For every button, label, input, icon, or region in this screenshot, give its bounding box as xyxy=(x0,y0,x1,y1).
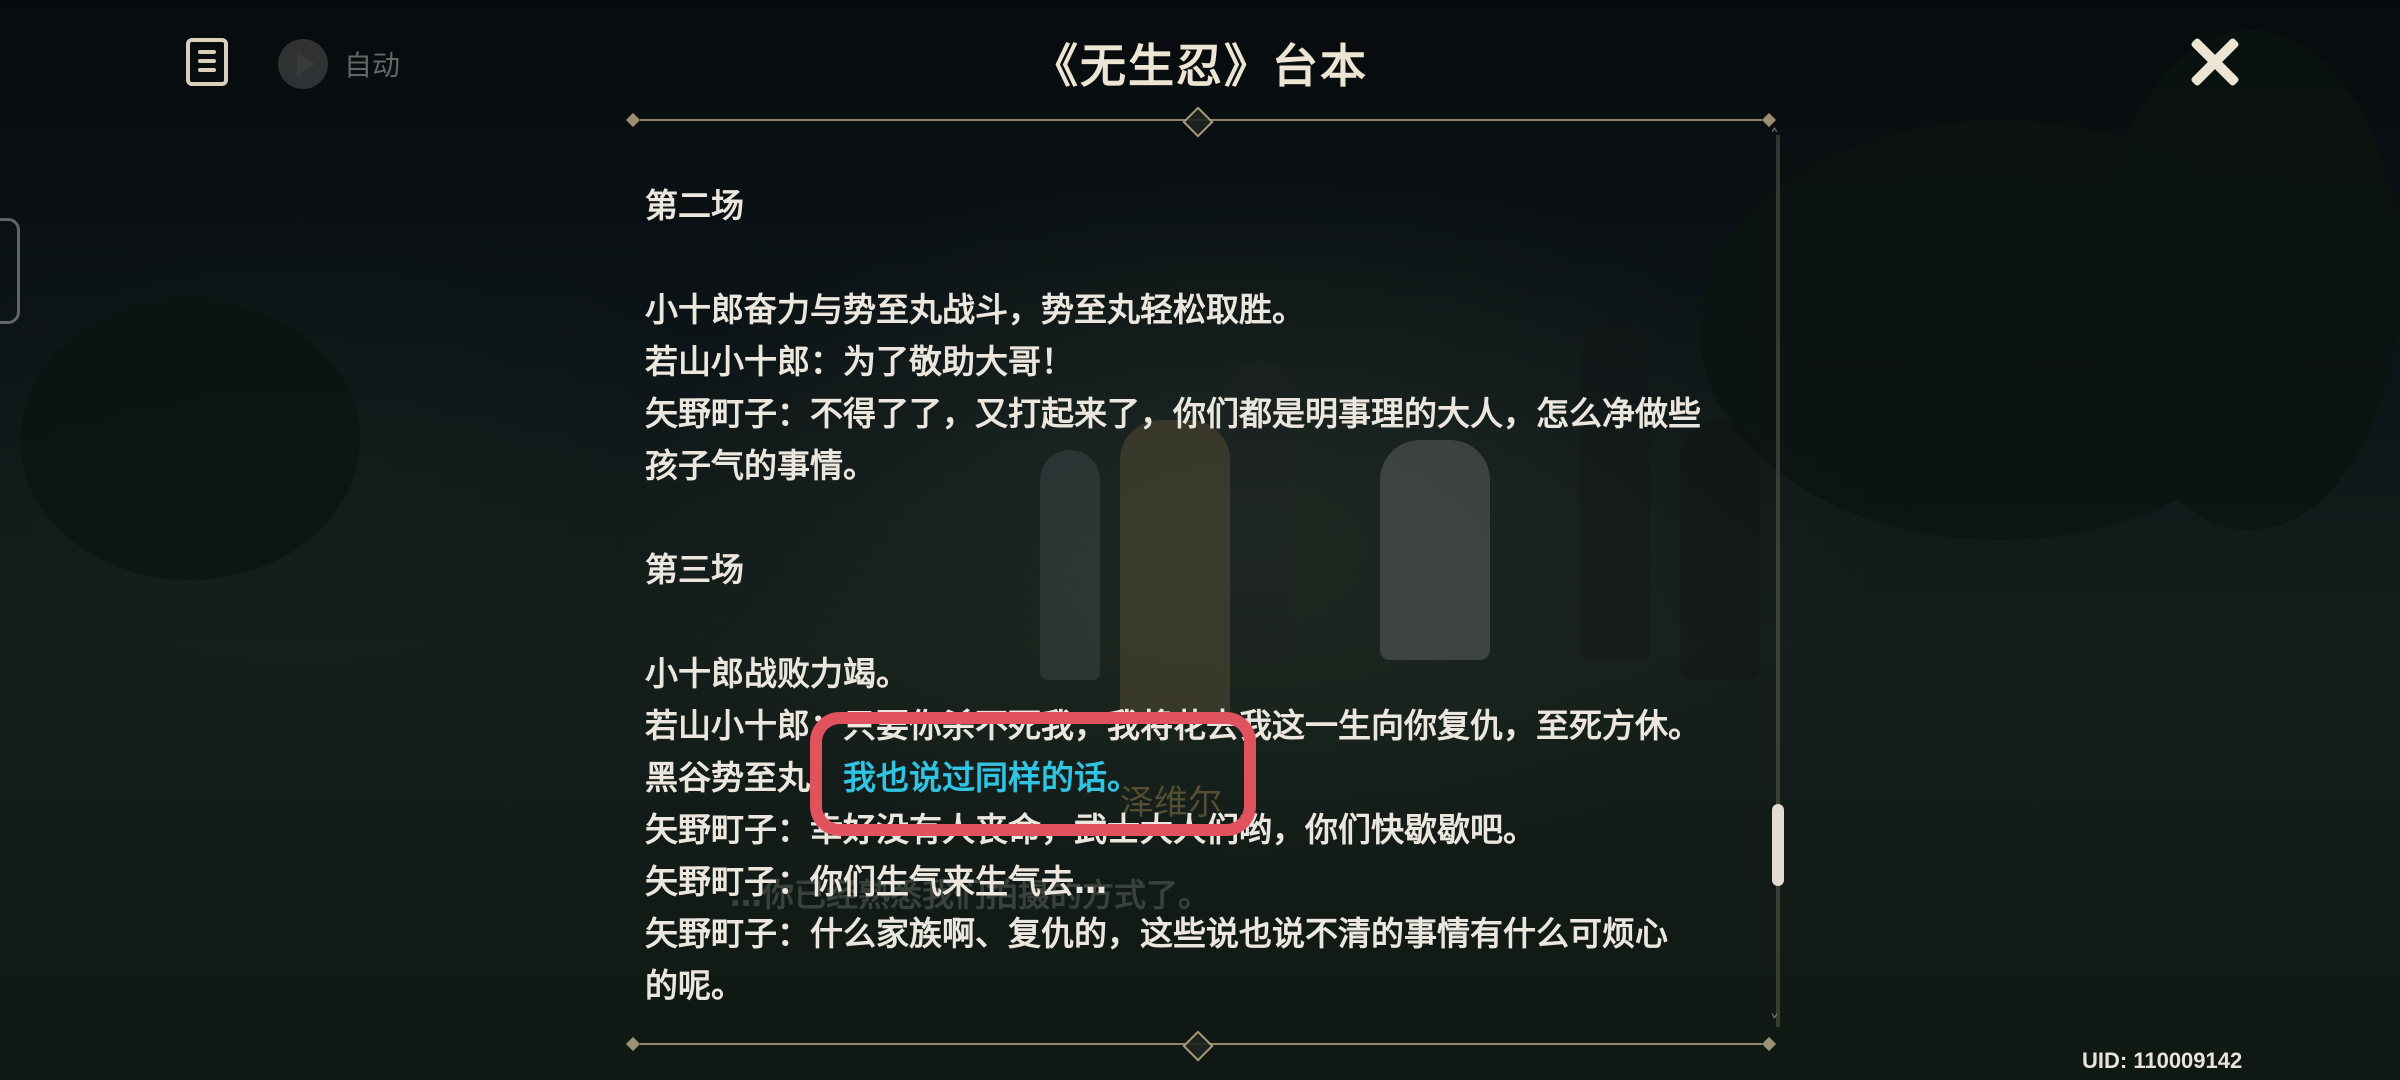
document-icon[interactable] xyxy=(186,38,228,86)
divider-cap xyxy=(625,1036,641,1052)
top-divider xyxy=(625,106,1777,138)
divider-cap xyxy=(625,112,641,128)
script-line: 矢野町子：什么家族啊、复仇的，这些说也说不清的事情有什么可烦心 xyxy=(645,914,1668,953)
script-line: 矢野町子：你们生气来生气去… xyxy=(645,862,1107,901)
divider-cap xyxy=(1761,112,1777,128)
auto-play-label: 自动 xyxy=(344,50,401,81)
play-icon xyxy=(278,39,328,89)
auto-play-button[interactable]: 自动 xyxy=(278,38,400,90)
script-text-panel[interactable]: 第二场 小十郎奋力与势至丸战斗，势至丸轻松取胜。 若山小十郎：为了敬助大哥！ 矢… xyxy=(645,180,1755,1020)
document-icon-line xyxy=(198,59,216,63)
script-line: 孩子气的事情。 xyxy=(645,446,876,485)
bottom-divider xyxy=(625,1030,1777,1062)
script-line: 小十郎战败力竭。 xyxy=(645,654,909,693)
scroll-down-arrow[interactable]: ˅ xyxy=(1770,1012,1779,1033)
script-line: 矢野町子：不得了了，又打起来了，你们都是明事理的大人，怎么净做些 xyxy=(645,394,1701,433)
player-uid: UID: 110009142 xyxy=(2082,1048,2243,1073)
scene-heading: 第三场 xyxy=(645,550,744,589)
close-icon[interactable] xyxy=(2188,36,2240,88)
scene-heading: 第二场 xyxy=(645,186,744,225)
script-line: 若山小十郎：为了敬助大哥！ xyxy=(645,342,1074,381)
divider-cap xyxy=(1761,1036,1777,1052)
side-tab-handle[interactable] xyxy=(0,218,20,324)
document-icon-line xyxy=(198,68,216,72)
highlight-annotation-frame xyxy=(810,712,1256,836)
script-line: 小十郎奋力与势至丸战斗，势至丸轻松取胜。 xyxy=(645,290,1305,329)
scrollbar-thumb[interactable] xyxy=(1772,804,1784,886)
script-line: 的呢。 xyxy=(645,966,744,1005)
page-title: 《无生忍》台本 xyxy=(1032,39,1368,93)
scrollbar-track[interactable] xyxy=(1776,135,1780,1027)
document-icon-line xyxy=(198,50,216,54)
